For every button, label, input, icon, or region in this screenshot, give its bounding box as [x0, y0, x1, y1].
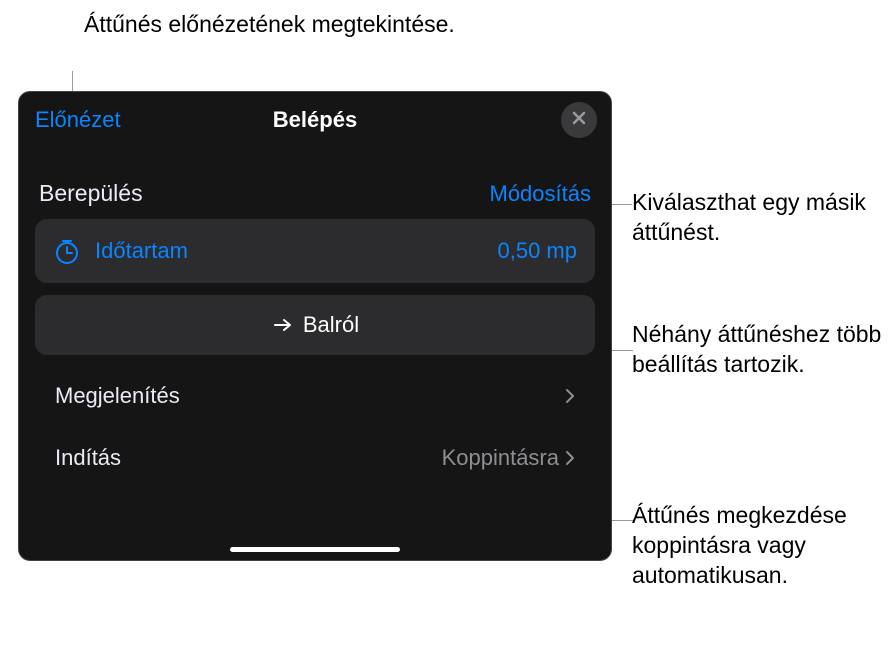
transition-panel: Előnézet Belépés Berepülés Módosítás: [18, 91, 612, 561]
stopwatch-icon: [53, 237, 81, 265]
arrow-right-icon: [271, 313, 295, 337]
duration-row[interactable]: Időtartam 0,50 mp: [35, 219, 595, 283]
section-title: Berepülés: [39, 180, 143, 207]
duration-label: Időtartam: [95, 238, 498, 264]
modify-button[interactable]: Módosítás: [490, 181, 592, 207]
direction-row[interactable]: Balról: [35, 295, 595, 355]
start-value: Koppintásra: [442, 445, 559, 471]
panel-header: Előnézet Belépés: [19, 92, 611, 148]
appearance-row[interactable]: Megjelenítés: [35, 367, 595, 425]
chevron-right-icon: [565, 450, 575, 466]
duration-card: Időtartam 0,50 mp: [35, 219, 595, 283]
appearance-label: Megjelenítés: [55, 383, 180, 409]
direction-card: Balról: [35, 295, 595, 355]
chevron-right-icon: [565, 388, 575, 404]
start-label: Indítás: [55, 445, 121, 471]
close-icon: [571, 110, 587, 131]
callout-start: Áttűnés megkezdése koppintásra vagy auto…: [632, 501, 888, 591]
close-button[interactable]: [561, 102, 597, 138]
preview-button[interactable]: Előnézet: [35, 107, 121, 133]
home-indicator[interactable]: [230, 547, 400, 552]
callout-modify: Kiválaszthat egy másik áttűnést.: [632, 188, 888, 248]
callout-options: Néhány áttűnéshez több beállítás tartozi…: [632, 320, 888, 380]
start-row[interactable]: Indítás Koppintásra: [35, 429, 595, 487]
section-header: Berepülés Módosítás: [19, 148, 611, 219]
callout-preview: Áttűnés előnézetének megtekintése.: [84, 10, 455, 40]
panel-title: Belépés: [273, 107, 357, 133]
direction-label: Balról: [303, 312, 359, 338]
duration-value: 0,50 mp: [498, 238, 578, 264]
